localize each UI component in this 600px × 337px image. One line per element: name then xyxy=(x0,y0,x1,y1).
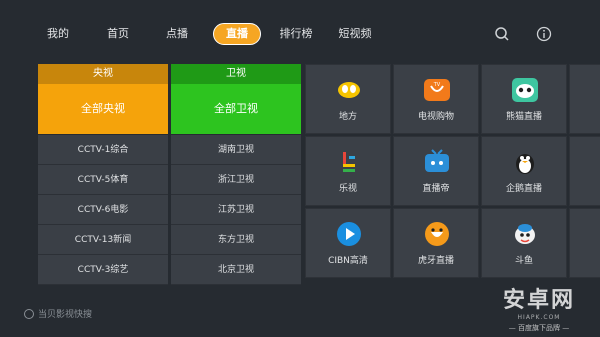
watermark: 安卓网 HIAPK.COM — 百度旗下品牌 — xyxy=(484,282,594,332)
channel-row[interactable]: CCTV-13新闻 xyxy=(38,225,168,255)
info-icon[interactable] xyxy=(536,26,552,42)
tv-icon xyxy=(425,149,449,172)
quick-search-hint[interactable]: 当贝影视快搜 xyxy=(24,307,92,320)
penguin-icon xyxy=(516,154,534,174)
search-icon[interactable] xyxy=(494,26,510,42)
all-cctv-button[interactable]: 全部央视 xyxy=(38,84,168,134)
panda-icon xyxy=(512,78,538,102)
channel-row[interactable]: CCTV-3综艺 xyxy=(38,255,168,285)
local-icon xyxy=(338,82,360,98)
nav-tab-vod[interactable]: 点播 xyxy=(153,23,201,45)
satellite-header: 卫视 xyxy=(171,64,301,84)
watermark-url: HIAPK.COM xyxy=(517,314,561,321)
all-satellite-button[interactable]: 全部卫视 xyxy=(171,84,301,134)
watermark-title: 安卓网 xyxy=(502,288,575,313)
letv-icon xyxy=(343,152,355,172)
app-tile-douyu[interactable]: 斗鱼 xyxy=(481,208,567,278)
app-tile-penguin[interactable]: 企鹅直播 xyxy=(481,136,567,206)
app-tile-letv[interactable]: 乐视 xyxy=(305,136,391,206)
watermark-subtitle: — 百度旗下品牌 — xyxy=(508,324,570,332)
app-label: 直播帝 xyxy=(422,184,450,194)
channel-row[interactable]: 浙江卫视 xyxy=(171,165,301,195)
huya-icon xyxy=(425,222,449,246)
app-tile-zhibodi[interactable]: 直播帝 xyxy=(393,136,479,206)
app-tile-partial[interactable] xyxy=(569,64,600,134)
top-nav: 我的 首页 点播 直播 排行榜 短视频 xyxy=(0,0,600,60)
app-label: 虎牙直播 xyxy=(417,256,454,266)
app-label: 斗鱼 xyxy=(514,256,533,266)
satellite-column: 卫视 全部卫视 湖南卫视 浙江卫视 江苏卫视 东方卫视 北京卫视 xyxy=(171,64,301,285)
tv-shopping-icon: TV xyxy=(424,79,450,101)
nav-tab-shorts[interactable]: 短视频 xyxy=(331,23,379,45)
app-label: CIBN高清 xyxy=(328,256,368,266)
channel-row[interactable]: 江苏卫视 xyxy=(171,195,301,225)
svg-text:TV: TV xyxy=(433,82,441,88)
app-tile-partial[interactable] xyxy=(569,208,600,278)
channel-row[interactable]: CCTV-6电影 xyxy=(38,195,168,225)
nav-tab-live[interactable]: 直播 xyxy=(213,23,261,45)
play-icon xyxy=(337,222,361,246)
channel-row[interactable]: CCTV-1综合 xyxy=(38,135,168,165)
nav-tab-mine[interactable]: 我的 xyxy=(34,23,82,45)
cctv-header: 央视 xyxy=(38,64,168,84)
app-tile-huya[interactable]: 虎牙直播 xyxy=(393,208,479,278)
app-tile-tv-shopping[interactable]: TV 电视购物 xyxy=(393,64,479,134)
douyu-icon xyxy=(515,224,535,244)
quick-search-label: 当贝影视快搜 xyxy=(38,310,93,320)
search-icon xyxy=(24,309,34,319)
app-tile-cibn[interactable]: CIBN高清 xyxy=(305,208,391,278)
cctv-column: 央视 全部央视 CCTV-1综合 CCTV-5体育 CCTV-6电影 CCTV-… xyxy=(38,64,168,285)
channel-row[interactable]: 湖南卫视 xyxy=(171,135,301,165)
channel-row[interactable]: CCTV-5体育 xyxy=(38,165,168,195)
app-label: 地方 xyxy=(338,112,357,122)
nav-tab-home[interactable]: 首页 xyxy=(94,23,142,45)
app-tile-local[interactable]: 地方 xyxy=(305,64,391,134)
nav-tab-rank[interactable]: 排行榜 xyxy=(272,23,320,45)
app-tile-partial[interactable] xyxy=(569,136,600,206)
channel-row[interactable]: 东方卫视 xyxy=(171,225,301,255)
app-label: 熊猫直播 xyxy=(505,112,542,122)
app-tile-panda[interactable]: 熊猫直播 xyxy=(481,64,567,134)
channel-row[interactable]: 北京卫视 xyxy=(171,255,301,285)
app-label: 乐视 xyxy=(338,184,357,194)
app-label: 企鹅直播 xyxy=(505,184,542,194)
app-label: 电视购物 xyxy=(417,112,454,122)
